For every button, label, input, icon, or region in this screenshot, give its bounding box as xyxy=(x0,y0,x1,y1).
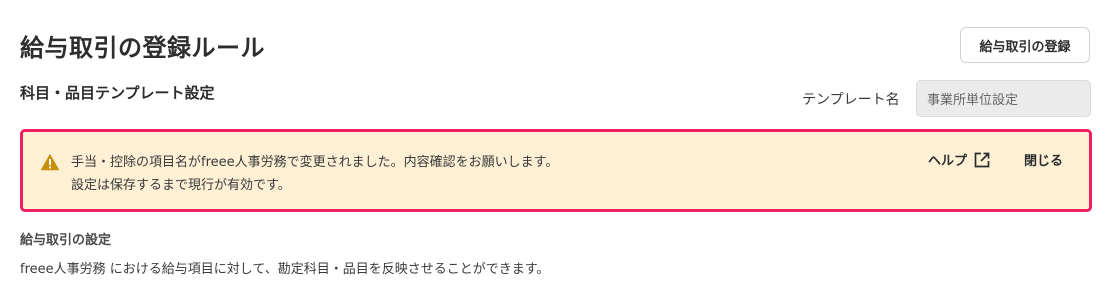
payroll-settings-heading: 給与取引の設定 xyxy=(20,233,112,248)
template-name-field[interactable] xyxy=(916,80,1091,117)
external-link-icon xyxy=(974,152,990,167)
payroll-settings-description: freee人事労務 における給与項目に対して、勘定科目・品目を反映させることがで… xyxy=(20,262,550,277)
notice-message: 手当・控除の項目名がfreee人事労務で変更されました。内容確認をお願いします。… xyxy=(71,151,558,197)
change-notice-banner: 手当・控除の項目名がfreee人事労務で変更されました。内容確認をお願いします。… xyxy=(20,129,1092,212)
page-title: 給与取引の登録ルール xyxy=(20,34,265,62)
register-payroll-transaction-button[interactable]: 給与取引の登録 xyxy=(960,27,1090,63)
template-section-heading: 科目・品目テンプレート設定 xyxy=(20,84,215,102)
template-name-label: テンプレート名 xyxy=(802,92,900,108)
notice-message-line-1: 手当・控除の項目名がfreee人事労務で変更されました。内容確認をお願いします。 xyxy=(71,155,559,170)
warning-icon xyxy=(40,153,60,171)
help-link[interactable]: ヘルプ xyxy=(928,150,991,169)
close-notice-button[interactable]: 閉じる xyxy=(1024,150,1063,169)
notice-message-line-2: 設定は保存するまで現行が有効です。 xyxy=(71,178,291,193)
help-link-label: ヘルプ xyxy=(928,154,968,169)
